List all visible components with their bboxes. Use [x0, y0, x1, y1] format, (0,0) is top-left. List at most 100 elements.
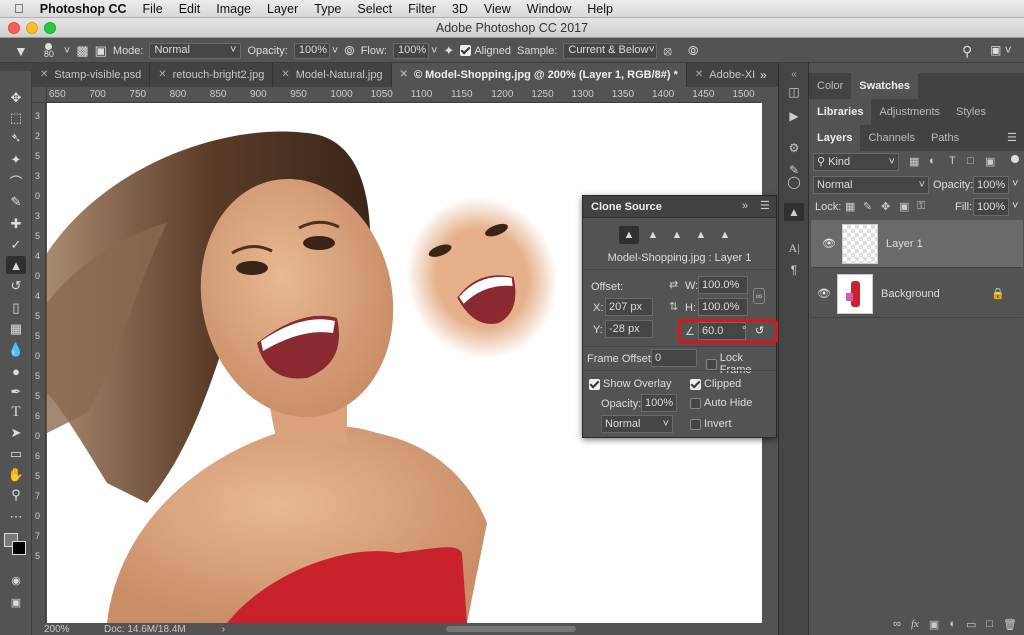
tab-styles[interactable]: Styles — [948, 99, 994, 125]
zoom-window-button[interactable] — [44, 22, 56, 34]
filter-toggle-icon[interactable] — [1011, 155, 1019, 163]
tab-adjustments[interactable]: Adjustments — [871, 99, 948, 125]
tab-libraries[interactable]: Libraries — [809, 99, 872, 125]
menu-file[interactable]: File — [135, 2, 171, 16]
menu-window[interactable]: Window — [519, 2, 579, 16]
rotation-input[interactable]: 60.0 — [698, 322, 746, 340]
brush-presets-icon[interactable]: ◯ — [784, 173, 804, 191]
chevron-down-icon[interactable]: ˅ — [64, 45, 70, 57]
toggle-brush-panel-icon[interactable]: ▩ — [76, 43, 88, 59]
delete-layer-icon[interactable]: 🗑 — [1003, 618, 1017, 631]
properties-icon[interactable]: ⚙ — [784, 139, 804, 157]
ignore-adjustment-layers-icon[interactable]: ⦻ — [663, 43, 672, 59]
frame-offset-input[interactable]: 0 — [651, 349, 697, 367]
tab-channels[interactable]: Channels — [860, 125, 922, 151]
dodge-tool-icon[interactable]: ● — [6, 362, 26, 380]
clone-source-5-icon[interactable]: ▲ — [715, 226, 735, 244]
tab-retouch-bright2[interactable]: ✕ retouch-bright2.jpg — [150, 63, 274, 87]
close-tab-icon[interactable]: ✕ — [695, 63, 703, 87]
zoom-level[interactable]: 200% — [44, 624, 94, 635]
fill-input[interactable]: 100% — [973, 198, 1009, 216]
reset-transform-icon[interactable]: ↺ — [755, 324, 764, 337]
layer-opacity-input[interactable]: 100% — [973, 176, 1009, 194]
search-icon[interactable]: ⚲ — [962, 43, 972, 60]
link-layers-icon[interactable]: ∞ — [893, 618, 901, 630]
chevron-down-icon[interactable]: ˅ — [1012, 200, 1018, 212]
overlay-blend-select[interactable]: Normal ˅ — [601, 415, 673, 433]
clone-source-3-icon[interactable]: ▲ — [667, 226, 687, 244]
menu-select[interactable]: Select — [349, 2, 400, 16]
clone-source-dock-icon[interactable]: ▲ — [784, 203, 804, 221]
close-tab-icon[interactable]: ✕ — [40, 63, 48, 87]
workspace-switcher-icon[interactable]: ▣ ˅ — [990, 43, 1012, 57]
layer-filter-select[interactable]: ⚲ Kind ˅ — [813, 153, 899, 171]
clone-stamp-tool-icon[interactable]: ▲ — [6, 256, 26, 274]
screen-mode-icon[interactable]: ▣ — [6, 593, 26, 611]
menu-app-name[interactable]: Photoshop CC — [32, 2, 135, 16]
filter-pixel-icon[interactable]: ▦ — [909, 155, 919, 168]
visibility-eye-icon[interactable]: 👁 — [816, 238, 842, 251]
clone-source-1-icon[interactable]: ▲ — [619, 226, 639, 244]
minimize-window-button[interactable] — [26, 22, 38, 34]
path-selection-tool-icon[interactable]: ➤ — [6, 424, 26, 442]
close-window-button[interactable] — [8, 22, 20, 34]
visibility-eye-icon[interactable]: 👁 — [811, 287, 837, 300]
zoom-tool-icon[interactable]: ⚲ — [6, 486, 26, 504]
new-group-icon[interactable]: ▭ — [966, 618, 976, 631]
lock-all-icon[interactable]: ⚿ — [917, 200, 925, 213]
tab-model-natural[interactable]: ✕ Model-Natural.jpg — [273, 63, 392, 87]
offset-y-input[interactable]: -28 px — [605, 320, 653, 338]
horizontal-scrollbar-thumb[interactable] — [446, 626, 576, 632]
tab-layers[interactable]: Layers — [809, 125, 861, 151]
auto-hide-checkbox[interactable]: Auto Hide — [690, 397, 752, 409]
panel-menu-icon[interactable]: ☰ — [760, 199, 770, 212]
menu-edit[interactable]: Edit — [171, 2, 209, 16]
layer-style-icon[interactable]: fx — [911, 618, 919, 630]
layer-row-background[interactable]: 👁 Background 🔒 — [811, 270, 1023, 318]
ruler-origin[interactable] — [32, 87, 47, 103]
layer-name[interactable]: Layer 1 — [886, 238, 923, 251]
layer-name[interactable]: Background — [881, 288, 940, 300]
chevron-down-icon[interactable]: ˅ — [332, 45, 338, 57]
menu-layer[interactable]: Layer — [259, 2, 306, 16]
menu-type[interactable]: Type — [306, 2, 349, 16]
scale-height-input[interactable]: 100.0% — [698, 298, 748, 316]
lock-position-icon[interactable]: ✥ — [881, 200, 890, 213]
hand-tool-icon[interactable]: ✋ — [6, 466, 26, 484]
brush-tool-icon[interactable]: ✓ — [6, 236, 26, 254]
crop-tool-icon[interactable]: ⌒ — [6, 172, 26, 190]
layer-blend-mode-select[interactable]: Normal ˅ — [813, 176, 929, 194]
close-tab-icon[interactable]: ✕ — [158, 63, 166, 87]
panel-menu-icon[interactable]: ☰ — [1007, 131, 1017, 144]
scale-width-input[interactable]: 100.0% — [698, 276, 748, 294]
filter-type-icon[interactable]: T — [949, 155, 956, 167]
tab-paths[interactable]: Paths — [923, 125, 967, 151]
menu-view[interactable]: View — [476, 2, 519, 16]
tab-stamp-visible[interactable]: ✕ Stamp-visible.psd — [32, 63, 151, 87]
filter-adjustment-icon[interactable]: ◐ — [929, 155, 936, 167]
add-mask-icon[interactable]: ▣ — [929, 618, 939, 631]
healing-brush-tool-icon[interactable]: ✚ — [6, 215, 26, 233]
expand-panels-icon[interactable]: « — [784, 65, 804, 83]
lock-frame-checkbox[interactable]: Lock Frame — [706, 352, 776, 376]
brush-preset-picker[interactable]: 80 — [44, 42, 54, 59]
toggle-clone-source-panel-icon[interactable]: ▣ — [95, 43, 107, 59]
character-icon[interactable]: A| — [784, 239, 804, 257]
tab-swatches[interactable]: Swatches — [851, 73, 919, 99]
blur-tool-icon[interactable]: 💧 — [6, 341, 26, 359]
quick-selection-tool-icon[interactable]: ✦ — [6, 151, 26, 169]
lock-transparent-icon[interactable]: ▦ — [845, 200, 855, 213]
lock-image-icon[interactable]: ✎ — [863, 200, 872, 213]
type-tool-icon[interactable]: T — [6, 403, 26, 421]
offset-x-input[interactable]: 207 px — [605, 298, 653, 316]
gradient-tool-icon[interactable]: ▦ — [6, 320, 26, 338]
actions-icon[interactable]: ▶ — [784, 107, 804, 125]
close-tab-icon[interactable]: ✕ — [281, 63, 289, 87]
move-tool-icon[interactable]: ✥ — [6, 89, 26, 107]
menu-help[interactable]: Help — [579, 2, 621, 16]
overlay-opacity-input[interactable]: 100% — [641, 394, 677, 412]
tab-adobe-xi[interactable]: ✕ Adobe-XI — [687, 63, 763, 87]
tab-model-shopping[interactable]: ✕ © Model-Shopping.jpg @ 200% (Layer 1, R… — [391, 63, 687, 87]
invert-checkbox[interactable]: Invert — [690, 418, 732, 430]
eyedropper-tool-icon[interactable]: ✎ — [6, 193, 26, 211]
